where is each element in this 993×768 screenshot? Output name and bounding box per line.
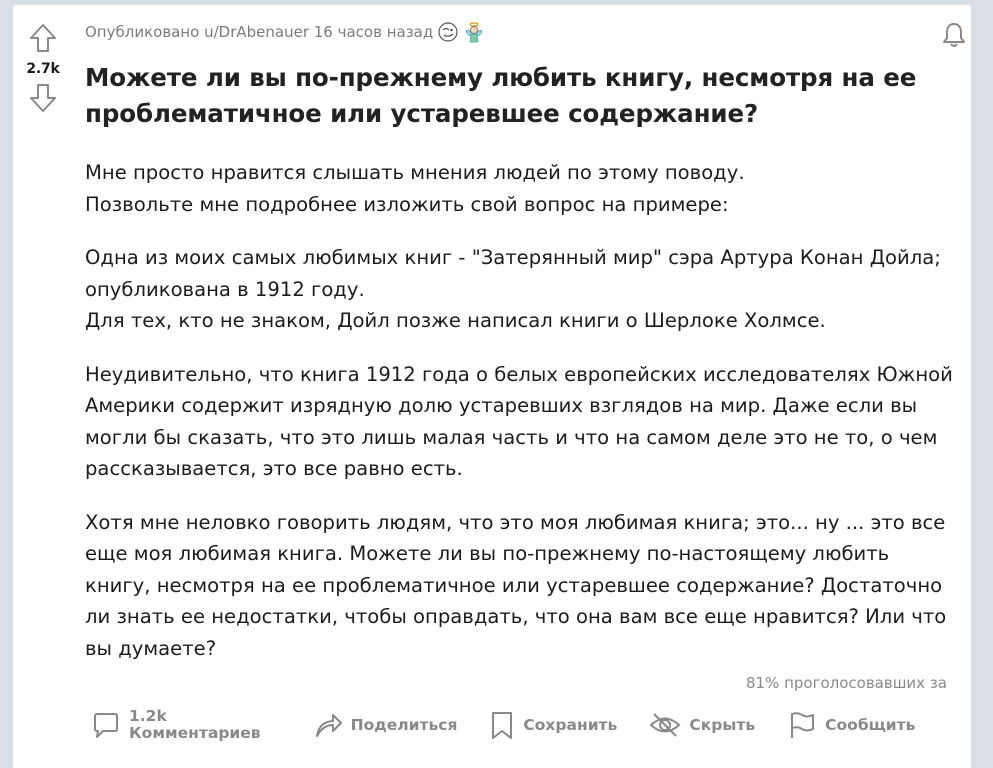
share-button[interactable]: Поделиться bbox=[307, 705, 464, 745]
downvote-arrow-icon bbox=[30, 84, 56, 112]
body-line: Хотя мне неловко говорить людям, что это… bbox=[85, 510, 946, 534]
post-actions-bar: 1.2k Комментариев Поделиться Сохранить С… bbox=[85, 701, 941, 749]
downvote-button[interactable] bbox=[26, 81, 60, 115]
upvote-button[interactable] bbox=[26, 21, 60, 55]
post-title-line: проблематичное или устаревшее содержание… bbox=[85, 99, 759, 128]
award-icon[interactable] bbox=[437, 21, 459, 43]
share-arrow-icon bbox=[315, 714, 342, 737]
body-line: Одна из моих самых любимых книг - "Затер… bbox=[85, 246, 941, 269]
body-line: книгу, несмотря на ее проблематичное или… bbox=[85, 573, 943, 597]
body-paragraph: Хотя мне неловко говорить людям, что это… bbox=[85, 507, 955, 665]
vote-column: 2.7k bbox=[13, 5, 73, 115]
body-line: рассказывается, это все равно есть. bbox=[85, 457, 463, 480]
save-button[interactable]: Сохранить bbox=[483, 705, 623, 745]
body-line: Неудивительно, что книга 1912 года о бел… bbox=[85, 362, 953, 386]
post-title[interactable]: Можете ли вы по-прежнему любить книгу, н… bbox=[85, 60, 945, 132]
body-paragraph: Неудивительно, что книга 1912 года о бел… bbox=[85, 359, 955, 485]
angel-award-icon[interactable] bbox=[463, 21, 485, 43]
body-line: Мне просто нравится слышать мнения людей… bbox=[85, 161, 745, 184]
body-line: Америки содержит изрядную долю устаревши… bbox=[85, 394, 918, 417]
vote-count: 2.7k bbox=[26, 61, 60, 77]
comments-count: 1.2k bbox=[129, 707, 167, 725]
share-label: Поделиться bbox=[350, 716, 458, 734]
bell-icon bbox=[943, 23, 965, 47]
body-line: Для тех, кто не знаком, Дойл позже напис… bbox=[85, 309, 826, 332]
notification-bell-button[interactable] bbox=[938, 19, 970, 51]
post-body: Мне просто нравится слышать мнения людей… bbox=[85, 157, 955, 686]
body-line: ли знать ее недостатки, чтобы оправдать,… bbox=[85, 605, 947, 628]
body-line: еще моя любимая книга. Можете ли вы по-п… bbox=[85, 542, 890, 565]
comments-button[interactable]: 1.2k Комментариев bbox=[85, 705, 267, 745]
body-line: вы думаете? bbox=[85, 636, 217, 660]
body-line: Позвольте мне подробнее изложить свой во… bbox=[85, 192, 729, 216]
body-paragraph: Мне просто нравится слышать мнения людей… bbox=[85, 157, 955, 220]
body-line: опубликована в 1912 году. bbox=[85, 277, 365, 301]
body-line: могли бы сказать, что это лишь малая час… bbox=[85, 425, 938, 449]
comment-icon bbox=[94, 713, 118, 738]
eye-slash-icon bbox=[649, 713, 681, 737]
body-paragraph: Одна из моих самых любимых книг - "Затер… bbox=[85, 242, 955, 337]
post-meta: Опубликовано u/DrAbenauer 16 часов назад bbox=[85, 21, 485, 43]
report-label: Сообщить bbox=[825, 716, 916, 734]
post-card: 2.7k Опубликовано u/DrAbenauer 16 часов … bbox=[12, 4, 972, 768]
hide-button[interactable]: Скрыть bbox=[643, 705, 761, 745]
flag-icon bbox=[791, 712, 815, 738]
post-meta-text: Опубликовано u/DrAbenauer 16 часов назад bbox=[85, 23, 434, 41]
save-label: Сохранить bbox=[523, 716, 618, 734]
post-title-line: Можете ли вы по-прежнему любить книгу, н… bbox=[85, 63, 917, 92]
hide-label: Скрыть bbox=[689, 716, 756, 734]
comments-label: Комментариев bbox=[129, 724, 261, 742]
upvote-ratio: 81% проголосовавших за bbox=[745, 674, 947, 692]
upvote-arrow-icon bbox=[30, 24, 56, 52]
bookmark-icon bbox=[492, 712, 513, 739]
report-button[interactable]: Сообщить bbox=[781, 705, 921, 745]
